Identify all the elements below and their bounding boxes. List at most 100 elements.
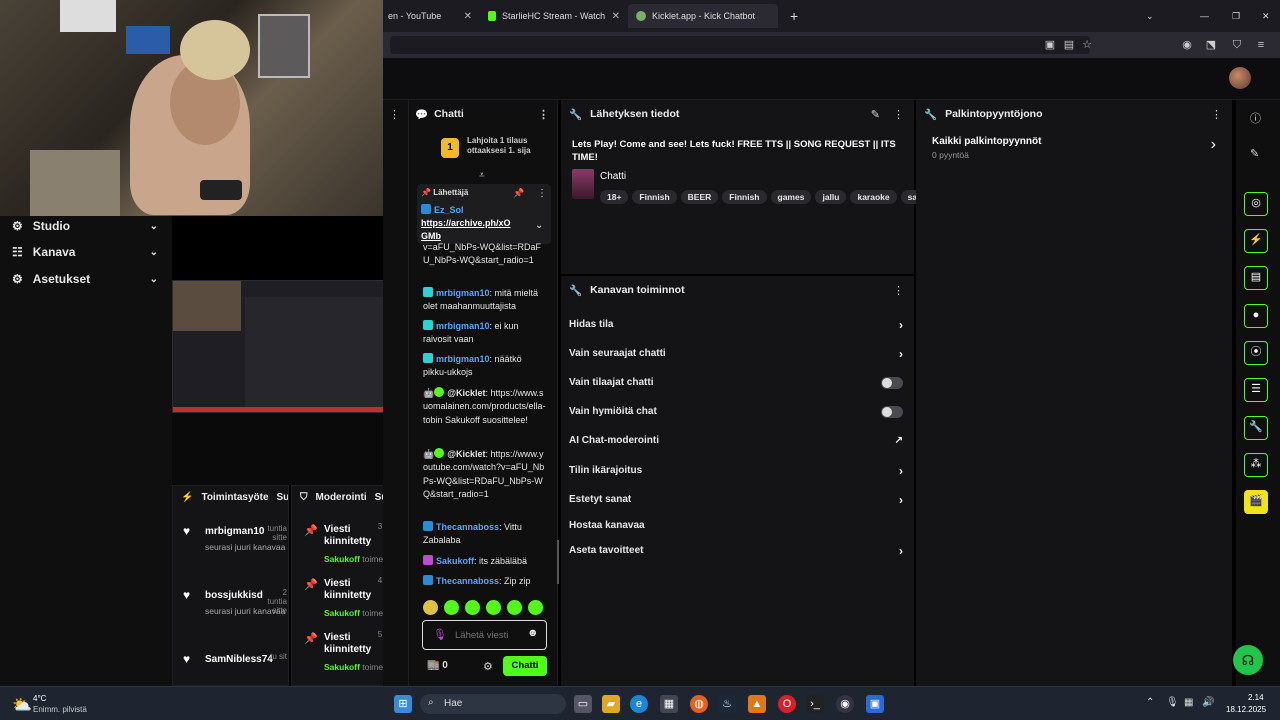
tag-chip[interactable]: karaoke — [850, 190, 897, 204]
chevron-down-icon[interactable]: ⌄ — [1138, 4, 1158, 28]
emote-icon[interactable] — [465, 600, 480, 615]
account-icon[interactable]: ◉ — [1180, 38, 1194, 52]
kebab-icon[interactable]: ⋮ — [537, 188, 547, 199]
tag-chip[interactable]: games — [770, 190, 812, 204]
mod-user[interactable]: Sakukoff — [324, 554, 360, 564]
file-explorer-icon[interactable]: ▰ — [602, 695, 620, 713]
opera-icon[interactable]: O — [778, 695, 796, 713]
layout-icon[interactable]: ☰ — [1244, 378, 1268, 402]
close-icon[interactable]: ✕ — [612, 11, 620, 22]
new-tab-button[interactable]: + — [782, 4, 802, 28]
tag-chip[interactable]: 18+ — [600, 190, 629, 204]
kebab-icon[interactable]: ⋮ — [893, 284, 904, 297]
tag-chip[interactable]: BEER — [680, 190, 719, 204]
sidebar-item-studio[interactable]: ⚙ Studio ⌄ — [0, 213, 172, 239]
address-field[interactable] — [390, 36, 1090, 54]
mod-user[interactable]: Sakukoff — [324, 662, 360, 672]
tab-kicklet[interactable]: Kicklet.app - Kick Chatbot and C — [628, 4, 778, 28]
firefox-icon[interactable]: ◍ — [690, 695, 708, 713]
setting-slow-mode[interactable]: Hidas tila › — [561, 310, 911, 339]
clock-date[interactable]: 18.12.2025 — [1226, 705, 1266, 714]
emote-icon[interactable] — [423, 600, 438, 615]
clapper-icon[interactable]: 🎬 — [1244, 490, 1268, 514]
tag-chip[interactable]: jallu — [815, 190, 847, 204]
collapse-icon[interactable]: ⩡ — [479, 170, 485, 181]
tab-youtube[interactable]: en - YouTube ✕ — [380, 4, 480, 28]
store-icon[interactable]: ▦ — [660, 695, 678, 713]
window-close-icon[interactable]: ✕ — [1254, 4, 1274, 28]
pinned-link[interactable]: https://archive.ph/xOGMb — [421, 217, 517, 243]
shield-icon[interactable]: ⛉ — [1230, 38, 1244, 52]
message-user[interactable]: @Kicklet — [447, 388, 485, 398]
scrollbar[interactable] — [557, 540, 559, 584]
camera-icon[interactable]: ◎ — [1244, 192, 1268, 216]
message-user[interactable]: @Kicklet — [447, 449, 485, 459]
chat-input-box[interactable]: 🎙 ☻ — [422, 620, 547, 650]
sidebar-item-asetukset[interactable]: ⚙ Asetukset ⌄ — [0, 266, 172, 292]
edit-icon[interactable]: ✎ — [871, 108, 880, 121]
extensions-icon[interactable]: ⬔ — [1204, 38, 1218, 52]
points-display[interactable]: 🏬 0 — [427, 660, 448, 671]
task-view-icon[interactable]: ▭ — [574, 695, 592, 713]
vlc-icon[interactable]: ▲ — [748, 695, 766, 713]
setting-ai-moderation[interactable]: AI Chat-moderointi ↗ — [561, 426, 911, 455]
chat-input[interactable] — [455, 627, 523, 643]
category-thumbnail[interactable] — [572, 169, 594, 199]
pin-icon[interactable]: 📌 — [513, 188, 524, 199]
setting-age-restriction[interactable]: Tilin ikärajoitus › — [561, 456, 911, 485]
obs-icon[interactable]: ◉ — [836, 695, 854, 713]
activity-user[interactable]: mrbigman10 — [205, 526, 264, 537]
clock-time[interactable]: 2.14 — [1248, 693, 1264, 702]
emote-icon[interactable] — [444, 600, 459, 615]
steam-icon[interactable]: ♨ — [718, 695, 736, 713]
volume-icon[interactable]: 🔊 — [1202, 697, 1214, 708]
edge-icon[interactable]: e — [630, 695, 648, 713]
setting-blocked-words[interactable]: Estetyt sanat › — [561, 485, 911, 514]
bolt-icon[interactable]: ⚡ — [1244, 229, 1268, 253]
share-icon[interactable]: ⁂ — [1244, 453, 1268, 477]
support-icon[interactable]: ☊ — [1233, 645, 1263, 675]
emoji-icon[interactable]: ☻ — [527, 627, 539, 639]
app-icon[interactable]: ▣ — [866, 695, 884, 713]
activity-user[interactable]: bossjukkisd — [205, 590, 263, 601]
weather-icon[interactable]: ⛅ — [12, 695, 32, 715]
edit-icon[interactable]: ✎ — [1250, 147, 1259, 160]
tag-chip[interactable]: Finnish — [722, 190, 767, 204]
message-user[interactable]: mrbigman10 — [436, 288, 490, 298]
tag-chip[interactable]: Finnish — [632, 190, 677, 204]
kebab-icon[interactable]: ⋮ — [389, 108, 400, 121]
message-user[interactable]: Sakukoff — [436, 556, 474, 566]
document-icon[interactable]: ▤ — [1244, 266, 1268, 290]
close-icon[interactable]: ✕ — [464, 11, 472, 22]
kebab-icon[interactable]: ⋮ — [538, 108, 549, 121]
kebab-icon[interactable]: ⋮ — [1211, 108, 1222, 121]
kebab-icon[interactable]: ⋮ — [893, 108, 904, 121]
gear-icon[interactable]: ⚙ — [483, 660, 493, 673]
message-user[interactable]: mrbigman10 — [436, 321, 490, 331]
setting-followers-only[interactable]: Vain seuraajat chatti › — [561, 339, 911, 368]
network-icon[interactable]: ▦ — [1184, 697, 1193, 708]
emote-icon[interactable] — [486, 600, 501, 615]
wrench-icon[interactable]: 🔧 — [1244, 416, 1268, 440]
message-user[interactable]: Thecannaboss — [436, 522, 499, 532]
category-name[interactable]: Chatti — [600, 171, 626, 182]
subscribers-only-toggle[interactable] — [881, 376, 903, 389]
taskbar-search[interactable]: ⌕ Hae — [420, 694, 566, 714]
reader-icon[interactable]: ▤ — [1062, 38, 1076, 52]
stream-preview[interactable] — [172, 280, 408, 413]
tab-stream[interactable]: StarlieHC Stream - Watch Live o ✕ — [480, 4, 628, 28]
info-icon[interactable]: ⓘ — [1250, 110, 1261, 126]
sidebar-item-kanava[interactable]: ☷ Kanava ⌄ — [0, 239, 172, 265]
microphone-icon[interactable]: 🎙 — [1166, 697, 1179, 708]
chevron-up-icon[interactable]: ⌃ — [1146, 697, 1154, 708]
windows-start-icon[interactable]: ⊞ — [394, 695, 412, 713]
filter-button[interactable]: Suod — [277, 492, 289, 503]
mod-user[interactable]: Sakukoff — [324, 608, 360, 618]
send-button[interactable]: Chatti — [503, 656, 547, 676]
terminal-icon[interactable]: ›_ — [806, 695, 824, 713]
setting-goals[interactable]: Aseta tavoitteet › — [561, 536, 911, 565]
chat-icon[interactable]: ● — [1244, 304, 1268, 328]
pinned-user[interactable]: Ez_Sol — [421, 204, 464, 215]
broadcast-icon[interactable]: ⦿ — [1244, 341, 1268, 365]
chevron-down-icon[interactable]: ⌄ — [535, 220, 543, 231]
